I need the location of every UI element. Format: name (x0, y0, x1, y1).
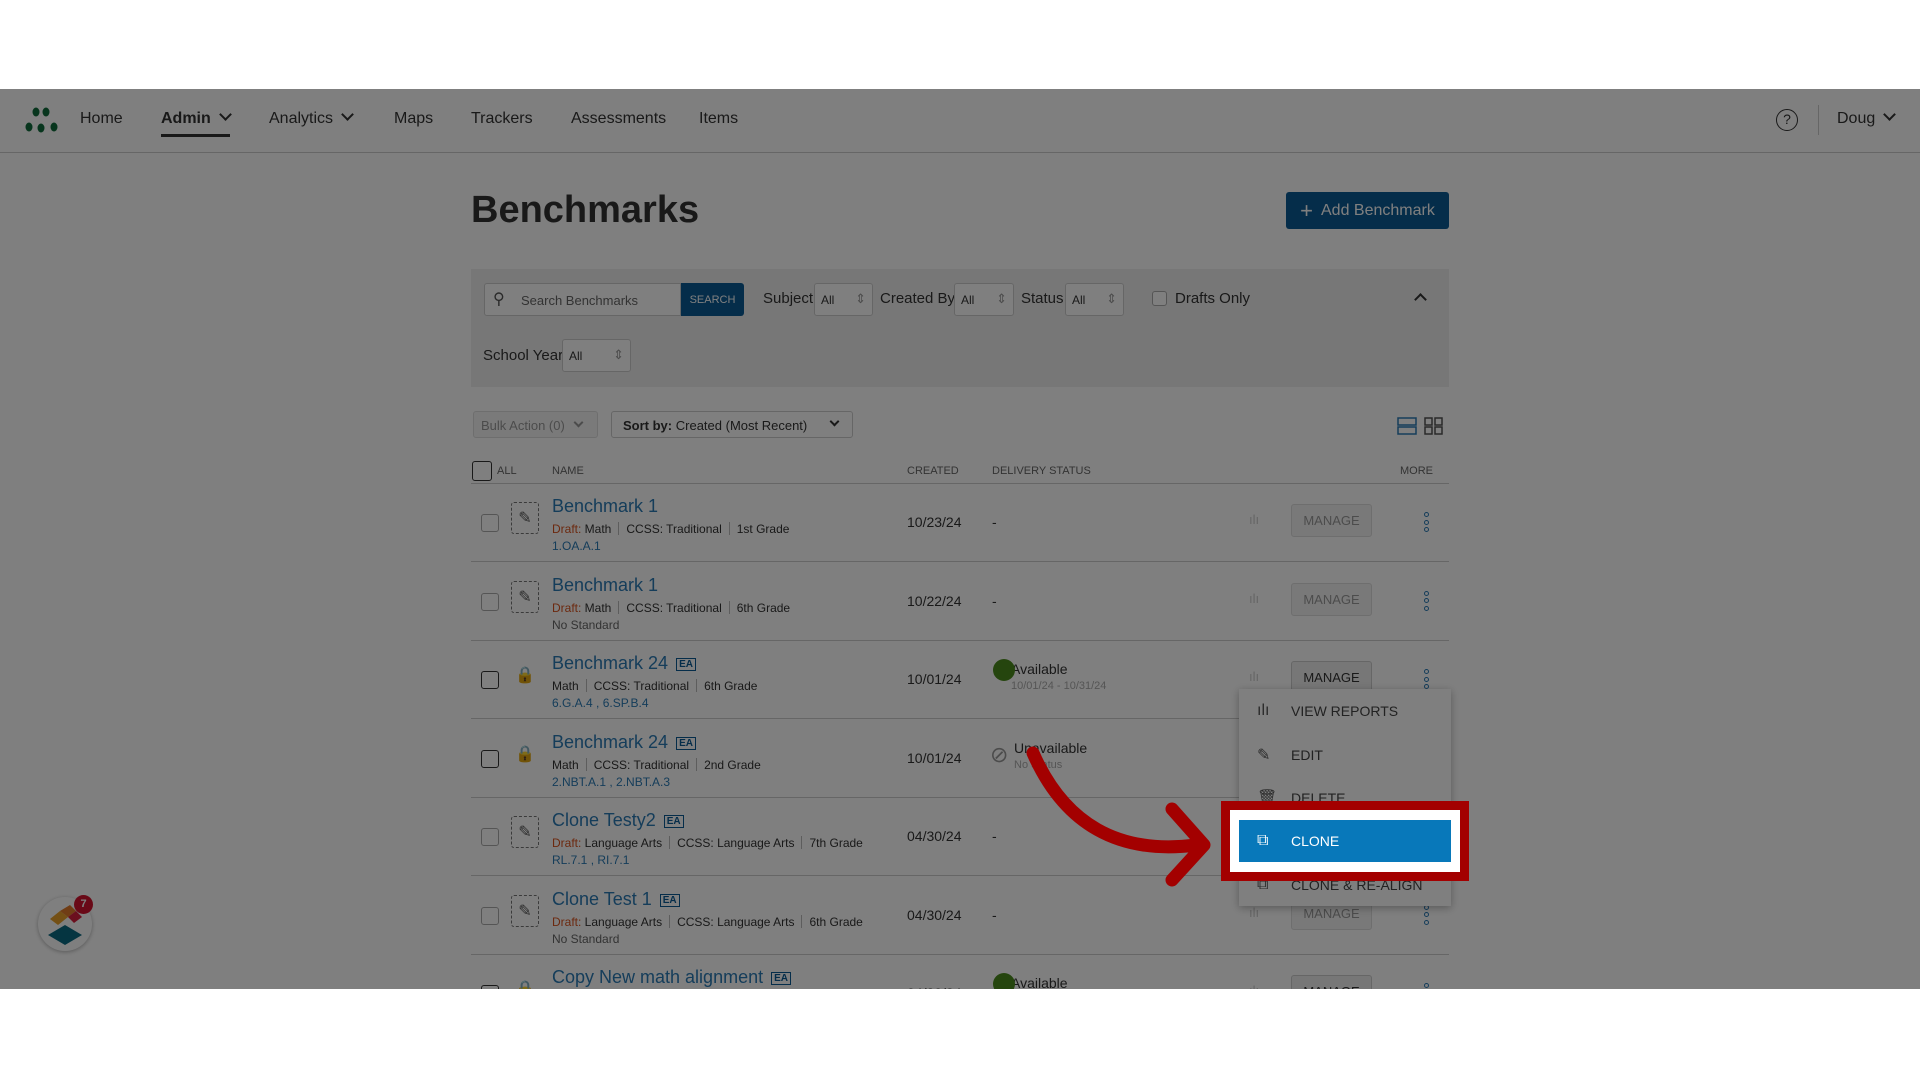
annotation-arrow-icon (1026, 746, 1211, 887)
